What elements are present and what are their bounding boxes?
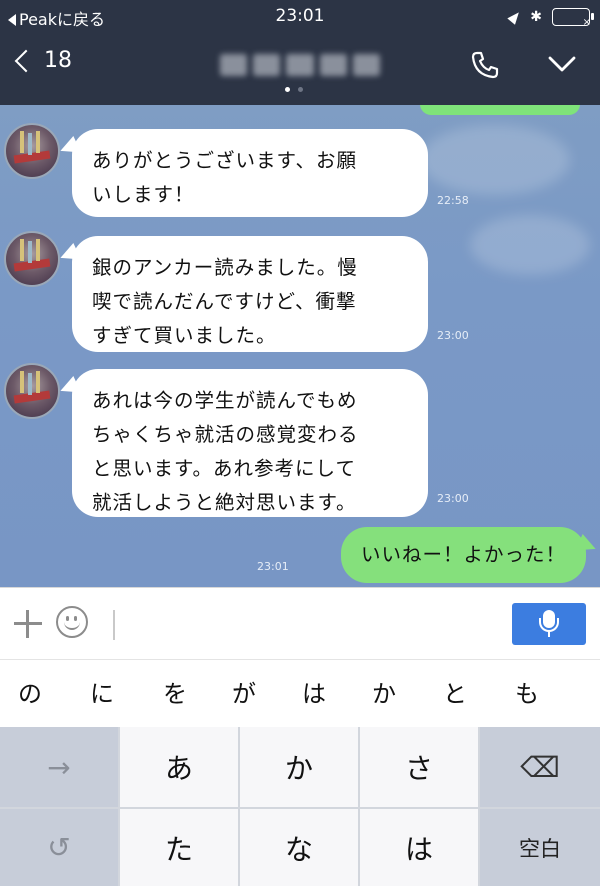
space-key[interactable]: 空白: [480, 809, 600, 886]
prediction-bar: の に を が は か と も: [0, 659, 600, 728]
message-timestamp: 22:58: [437, 194, 469, 207]
suggestion-item[interactable]: も: [515, 674, 539, 709]
message-bubble[interactable]: あれは今の学生が読んでもめ ちゃくちゃ就活の感覚変わる と思います。あれ参考にし…: [72, 369, 428, 517]
undo-icon[interactable]: ↺: [0, 809, 118, 886]
suggestion-item[interactable]: は: [302, 674, 326, 709]
plus-icon[interactable]: [14, 610, 42, 638]
key-a[interactable]: あ: [120, 727, 238, 807]
chat-title-blurred: [220, 54, 381, 76]
microphone-icon-arc: [539, 618, 559, 632]
my-message-bubble[interactable]: いいねー！よかった！: [340, 527, 586, 583]
message-bubble[interactable]: ありがとうございます、お願 いします！: [72, 129, 428, 217]
key-sa[interactable]: さ: [360, 727, 478, 807]
message-input-field[interactable]: [113, 610, 115, 640]
message-line: 銀のアンカー読みました。慢: [92, 256, 358, 279]
chevron-down-icon[interactable]: [548, 55, 576, 73]
key-ta[interactable]: た: [120, 809, 238, 886]
chat-area[interactable]: ありがとうございます、お願 いします！ 22:58 銀のアンカー読みました。慢 …: [0, 105, 600, 587]
background-cloud: [470, 215, 590, 275]
avatar[interactable]: [4, 123, 60, 179]
key-ka[interactable]: か: [240, 727, 358, 807]
page-indicator: [285, 87, 303, 92]
microphone-button[interactable]: [512, 603, 586, 645]
battery-icon: ×: [552, 8, 594, 28]
key-ha[interactable]: は: [360, 809, 478, 886]
message-line: いします！: [92, 183, 195, 206]
message-timestamp: 23:00: [437, 492, 469, 505]
page-dot-active: [285, 87, 290, 92]
message-line: と思います。あれ参考にして: [92, 457, 356, 480]
bluetooth-icon: ✱: [530, 9, 542, 25]
suggestion-item[interactable]: の: [18, 674, 42, 709]
message-line: すぎて買いました。: [92, 324, 277, 347]
suggestion-item[interactable]: か: [372, 674, 396, 709]
location-icon: [507, 9, 523, 25]
avatar[interactable]: [4, 363, 60, 419]
message-line: ありがとうございます、お願: [92, 149, 357, 172]
message-bubble[interactable]: 銀のアンカー読みました。慢 喫で読んだんですけど、衝撃 すぎて買いました。: [72, 236, 428, 352]
message-line: あれは今の学生が読んでもめ: [92, 389, 358, 412]
suggestion-item[interactable]: に: [90, 674, 114, 709]
message-line: 就活しようと絶対思います。: [92, 491, 357, 514]
status-icons: ✱ ×: [507, 6, 594, 28]
background-cloud: [420, 125, 570, 195]
smile-icon[interactable]: [56, 606, 88, 638]
arrow-right-icon[interactable]: →: [0, 727, 118, 807]
message-timestamp: 23:01: [257, 560, 289, 573]
back-button[interactable]: 18: [14, 48, 72, 73]
suggestion-item[interactable]: を: [163, 674, 187, 709]
keyboard: → あ か さ ⌫ ↺ た な は 空白: [0, 727, 600, 886]
message-line: 喫で読んだんですけど、衝撃: [92, 290, 357, 313]
suggestion-item[interactable]: と: [443, 674, 467, 709]
avatar[interactable]: [4, 231, 60, 287]
my-message-text: いいねー！よかった！: [360, 543, 566, 566]
previous-sent-bubble-edge: [420, 105, 580, 115]
battery-close-mark: ×: [582, 17, 591, 28]
backspace-icon[interactable]: ⌫: [480, 727, 600, 807]
phone-icon[interactable]: [470, 50, 500, 80]
microphone-icon-stem: [548, 631, 550, 637]
unread-count: 18: [44, 48, 72, 73]
suggestion-item[interactable]: が: [232, 674, 256, 709]
top-bar: Peakに戻る 23:01 ✱ × 18: [0, 0, 600, 105]
chevron-left-icon: [14, 49, 38, 72]
page-dot: [298, 87, 303, 92]
key-na[interactable]: な: [240, 809, 358, 886]
message-timestamp: 23:00: [437, 329, 469, 342]
message-input-bar: [0, 587, 600, 660]
message-line: ちゃくちゃ就活の感覚変わる: [92, 423, 359, 446]
